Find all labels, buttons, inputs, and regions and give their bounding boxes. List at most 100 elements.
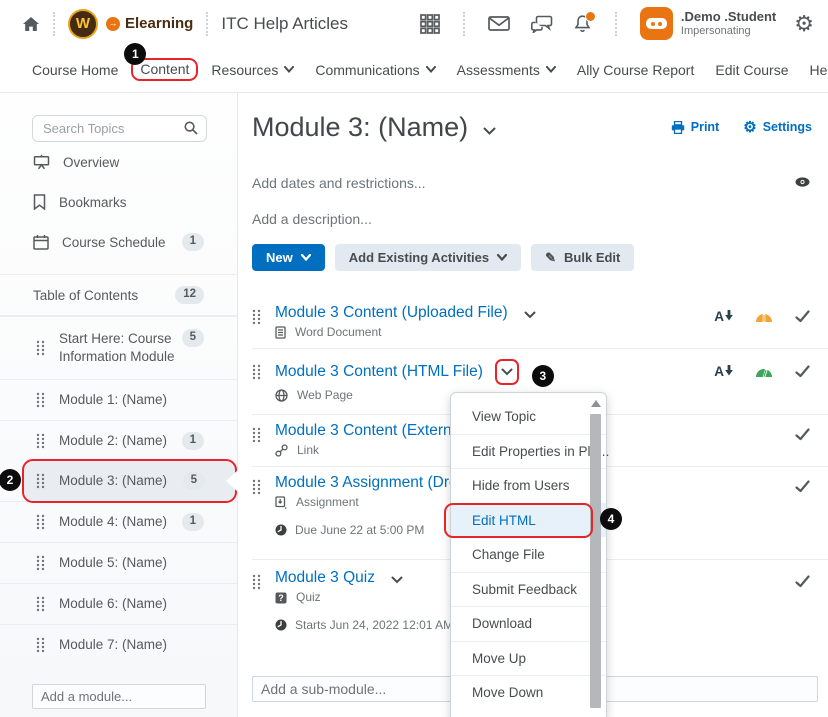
search-icon[interactable] (184, 121, 198, 135)
sidebar-module-3-selected[interactable]: 2 Module 3: (Name) 5 (24, 461, 235, 501)
quiz-icon: ? (275, 592, 287, 604)
sidebar-module-start-here[interactable]: Start Here: Course Information Module 5 (0, 316, 237, 379)
sidebar-item-overview[interactable]: Overview (0, 142, 237, 182)
scrollbar-thumb[interactable] (590, 414, 601, 708)
drag-handle-icon[interactable] (36, 596, 45, 612)
printer-icon (671, 121, 685, 134)
sidebar-module-4[interactable]: Module 4: (Name) 1 (0, 501, 237, 542)
menu-item-move-down[interactable]: Move Down (451, 675, 606, 710)
sidebar-module-2[interactable]: Module 2: (Name) 1 (0, 420, 237, 461)
nav-content[interactable]: Content (140, 61, 189, 77)
new-button-label: New (266, 250, 293, 265)
home-icon[interactable] (22, 16, 40, 32)
topic-link[interactable]: Module 3 Content (HTML File) (275, 363, 483, 381)
nav-communications[interactable]: Communications (315, 62, 435, 78)
topic-actions-chevron-icon[interactable] (524, 311, 536, 319)
sidebar-module-6[interactable]: Module 6: (Name) (0, 583, 237, 624)
settings-button[interactable]: ⚙ Settings (743, 120, 812, 135)
sidebar-module-label: Module 5: (Name) (59, 554, 167, 572)
gear-icon[interactable]: ⚙ (794, 13, 814, 35)
chevron-down-icon (426, 66, 436, 73)
drag-handle-icon[interactable] (36, 392, 45, 408)
annotation-frame-content: Content 1 (131, 58, 198, 81)
chat-icon[interactable] (530, 15, 553, 33)
nav-resources[interactable]: Resources (211, 62, 294, 78)
completion-check-icon (795, 310, 810, 323)
scroll-up-arrow-icon[interactable] (591, 400, 601, 407)
nav-ally-course-report[interactable]: Ally Course Report (577, 62, 695, 78)
print-button[interactable]: Print (671, 120, 719, 134)
sidebar-item-table-of-contents[interactable]: Table of Contents 12 (0, 274, 237, 316)
avatar[interactable] (640, 7, 673, 40)
topic-link[interactable]: Module 3 Quiz (275, 569, 375, 587)
menu-scrollbar[interactable] (590, 398, 602, 716)
drag-handle-icon[interactable] (36, 555, 45, 571)
topic-link[interactable]: Module 3 Content (Uploaded File) (275, 304, 508, 322)
drag-handle-icon[interactable] (252, 427, 261, 443)
user-info[interactable]: .Demo .Student Impersonating (681, 10, 776, 38)
count-badge: 1 (182, 432, 204, 450)
bell-icon[interactable] (573, 14, 592, 33)
sidebar-module-5[interactable]: Module 5: (Name) (0, 542, 237, 583)
visibility-eye-icon[interactable] (795, 177, 810, 187)
drag-handle-icon[interactable] (36, 433, 45, 449)
search-input[interactable] (32, 115, 207, 142)
title-actions-chevron-icon[interactable] (483, 127, 496, 135)
drag-handle-icon[interactable] (36, 340, 45, 356)
menu-item-edit-html[interactable]: Edit HTML 4 (451, 503, 606, 538)
ally-score-gauge-green-icon[interactable] (755, 366, 773, 378)
nav-assessments[interactable]: Assessments (457, 62, 556, 78)
sidebar-module-1[interactable]: Module 1: (Name) (0, 379, 237, 420)
nav-help[interactable]: Help (810, 62, 828, 78)
nav-course-home[interactable]: Course Home (32, 62, 118, 78)
bulk-edit-button[interactable]: ✎ Bulk Edit (531, 244, 634, 271)
app-grid-icon[interactable] (420, 14, 440, 34)
drag-handle-icon[interactable] (36, 473, 45, 489)
divider (53, 12, 55, 36)
topic-actions-chevron-icon[interactable] (501, 368, 513, 376)
drag-handle-icon[interactable] (252, 479, 261, 495)
new-button[interactable]: New (252, 244, 325, 271)
menu-item-change-file[interactable]: Change File (451, 537, 606, 572)
nav-label: Content (140, 61, 189, 77)
add-existing-activities-button[interactable]: Add Existing Activities (335, 244, 521, 271)
course-title[interactable]: ITC Help Articles (221, 14, 348, 34)
menu-item-hide-from-users[interactable]: Hide from Users (451, 468, 606, 503)
annotation-step-3: 3 (532, 365, 554, 387)
ally-score-gauge-orange-icon[interactable] (755, 311, 773, 323)
menu-item-move-up[interactable]: Move Up (451, 641, 606, 676)
add-existing-label: Add Existing Activities (349, 250, 489, 265)
sidebar-module-label: Module 2: (Name) (59, 432, 167, 450)
drag-handle-icon[interactable] (36, 637, 45, 653)
ally-alternative-formats-icon[interactable]: A (714, 365, 733, 378)
drag-handle-icon[interactable] (252, 574, 261, 590)
menu-item-edit-properties[interactable]: Edit Properties in Pla... (451, 434, 606, 469)
sidebar-module-7[interactable]: Module 7: (Name) (0, 624, 237, 665)
institution-logo[interactable]: W (68, 9, 98, 39)
assignment-dropbox-icon (275, 496, 287, 509)
topic-type-label: Quiz (296, 590, 321, 605)
ally-alternative-formats-icon[interactable]: A (714, 310, 733, 323)
sidebar-item-bookmarks[interactable]: Bookmarks (0, 182, 237, 222)
topic-row-uploaded-file: Module 3 Content (Uploaded File) Word Do… (252, 297, 828, 349)
drag-handle-icon[interactable] (252, 364, 261, 380)
sidebar-item-course-schedule[interactable]: Course Schedule 1 (0, 222, 237, 262)
nav-edit-course[interactable]: Edit Course (715, 62, 788, 78)
annotation-frame-chevron: 3 (495, 359, 519, 385)
mail-icon[interactable] (488, 16, 510, 31)
add-dates-restrictions[interactable]: Add dates and restrictions... (252, 175, 828, 191)
app-window: W → Elearning ITC Help Articles (0, 0, 828, 717)
menu-item-view-topic[interactable]: View Topic (451, 399, 606, 434)
add-module-input[interactable] (32, 684, 206, 709)
sidebar-module-label: Module 7: (Name) (59, 636, 167, 654)
brand-link[interactable]: → Elearning (106, 15, 193, 32)
topic-actions-chevron-icon[interactable] (391, 576, 403, 584)
gear-icon: ⚙ (743, 120, 756, 135)
add-description[interactable]: Add a description... (252, 211, 828, 227)
avatar-mask-icon (646, 18, 667, 29)
menu-item-submit-feedback[interactable]: Submit Feedback (451, 572, 606, 607)
menu-item-download[interactable]: Download (451, 606, 606, 641)
calendar-icon (33, 234, 49, 250)
drag-handle-icon[interactable] (252, 309, 261, 325)
drag-handle-icon[interactable] (36, 514, 45, 530)
